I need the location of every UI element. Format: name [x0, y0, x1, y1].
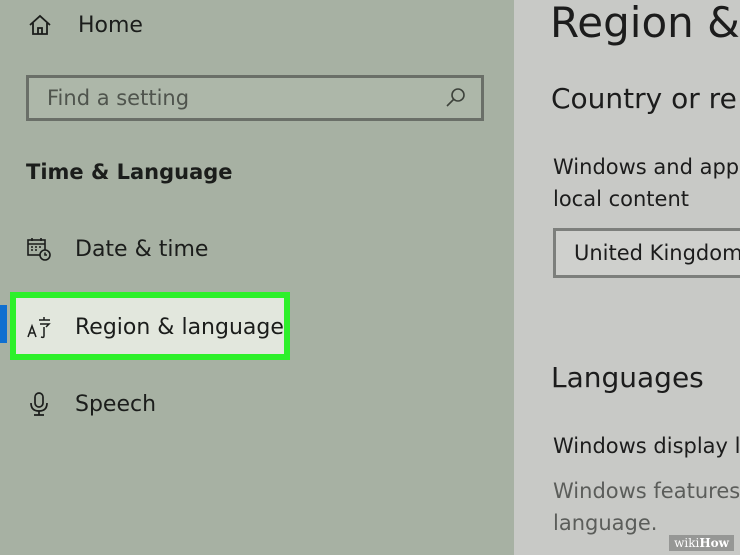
- wikihow-watermark: wikiHow: [669, 535, 734, 551]
- country-heading: Country or re: [551, 82, 737, 115]
- microphone-icon: [26, 391, 52, 417]
- search-icon[interactable]: [445, 87, 467, 113]
- sidebar-item-label: Region & language: [75, 314, 284, 340]
- home-label: Home: [78, 12, 143, 38]
- country-dropdown-value: United Kingdom: [574, 241, 740, 265]
- watermark-how: How: [699, 536, 729, 550]
- home-icon: [27, 12, 53, 38]
- language-icon: [26, 314, 52, 340]
- home-nav-item[interactable]: Home: [27, 8, 143, 42]
- country-dropdown[interactable]: United Kingdom: [553, 228, 740, 278]
- display-language-text: Windows display l: [553, 434, 740, 458]
- sidebar-item-label: Date & time: [75, 236, 209, 262]
- sidebar-item-label: Speech: [75, 391, 157, 417]
- search-box[interactable]: [26, 75, 484, 121]
- watermark-wiki: wiki: [674, 536, 700, 550]
- sidebar-item-date-time[interactable]: Date & time: [26, 231, 208, 267]
- country-description: Windows and app local content: [553, 155, 740, 211]
- search-input[interactable]: [45, 85, 449, 111]
- sidebar-item-speech[interactable]: Speech: [26, 386, 156, 422]
- features-text: Windows features language.: [553, 479, 740, 535]
- section-title: Time & Language: [26, 160, 233, 184]
- languages-heading: Languages: [551, 361, 704, 394]
- selected-indicator: [0, 305, 7, 343]
- calendar-clock-icon: [26, 236, 52, 262]
- settings-main-panel: Region & Country or re Windows and app l…: [514, 0, 740, 555]
- settings-sidebar: Home Time & Language Date & time: [0, 0, 514, 555]
- sidebar-item-region-language[interactable]: Region & language: [26, 309, 284, 345]
- page-title: Region &: [550, 0, 740, 47]
